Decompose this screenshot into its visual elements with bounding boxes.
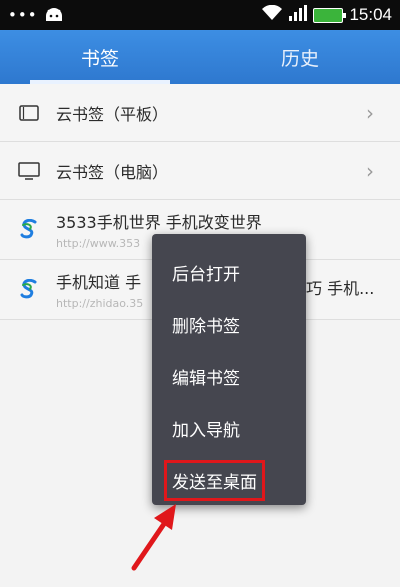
site-logo-icon [16, 217, 42, 243]
chevron-right-icon: › [366, 100, 374, 125]
list-item[interactable]: 云书签（平板） › [0, 84, 400, 142]
menu-item-label: 发送至桌面 [164, 459, 265, 501]
menu-item-label: 后台打开 [172, 264, 240, 285]
bookmark-title: 手机知道 手 [56, 273, 142, 292]
bookmark-title-tail: 巧 手机... [306, 279, 375, 298]
bookmark-title: 3533手机世界 手机改变世界 [56, 213, 262, 232]
tab-history[interactable]: 历史 [200, 30, 400, 84]
chevron-right-icon: › [366, 158, 374, 183]
menu-item-delete-bookmark[interactable]: 删除书签 [152, 298, 306, 350]
tab-bookmarks[interactable]: 书签 [0, 30, 200, 84]
red-arrow-icon [131, 504, 176, 571]
wifi-icon [261, 4, 283, 25]
android-icon [44, 6, 64, 25]
list-item[interactable]: 云书签（电脑） › [0, 142, 400, 200]
context-menu: 后台打开 删除书签 编辑书签 加入导航 发送至桌面 [152, 234, 306, 505]
menu-item-send-to-desktop[interactable]: 发送至桌面 [152, 454, 306, 506]
tab-bar: 书签 历史 [0, 30, 400, 84]
menu-item-open-background[interactable]: 后台打开 [152, 246, 306, 298]
status-bar: ••• 15:04 [0, 0, 400, 30]
tab-label: 历史 [280, 47, 319, 70]
bookmark-title: 云书签（电脑） [56, 162, 169, 182]
clock: 15:04 [349, 5, 392, 24]
menu-item-label: 删除书签 [172, 316, 240, 337]
menu-item-label: 编辑书签 [172, 368, 240, 389]
bookmark-title: 云书签（平板） [56, 104, 169, 124]
signal-icon [289, 5, 308, 25]
menu-item-edit-bookmark[interactable]: 编辑书签 [152, 350, 306, 402]
tab-label: 书签 [80, 47, 119, 70]
site-logo-icon [16, 277, 42, 303]
tablet-icon [16, 100, 42, 126]
battery-icon [313, 7, 347, 23]
notification-dots-icon: ••• [8, 5, 38, 24]
monitor-icon [16, 158, 42, 184]
bookmark-url: http://zhidao.35 [56, 297, 144, 310]
menu-item-add-to-nav[interactable]: 加入导航 [152, 402, 306, 454]
menu-item-label: 加入导航 [172, 420, 240, 441]
